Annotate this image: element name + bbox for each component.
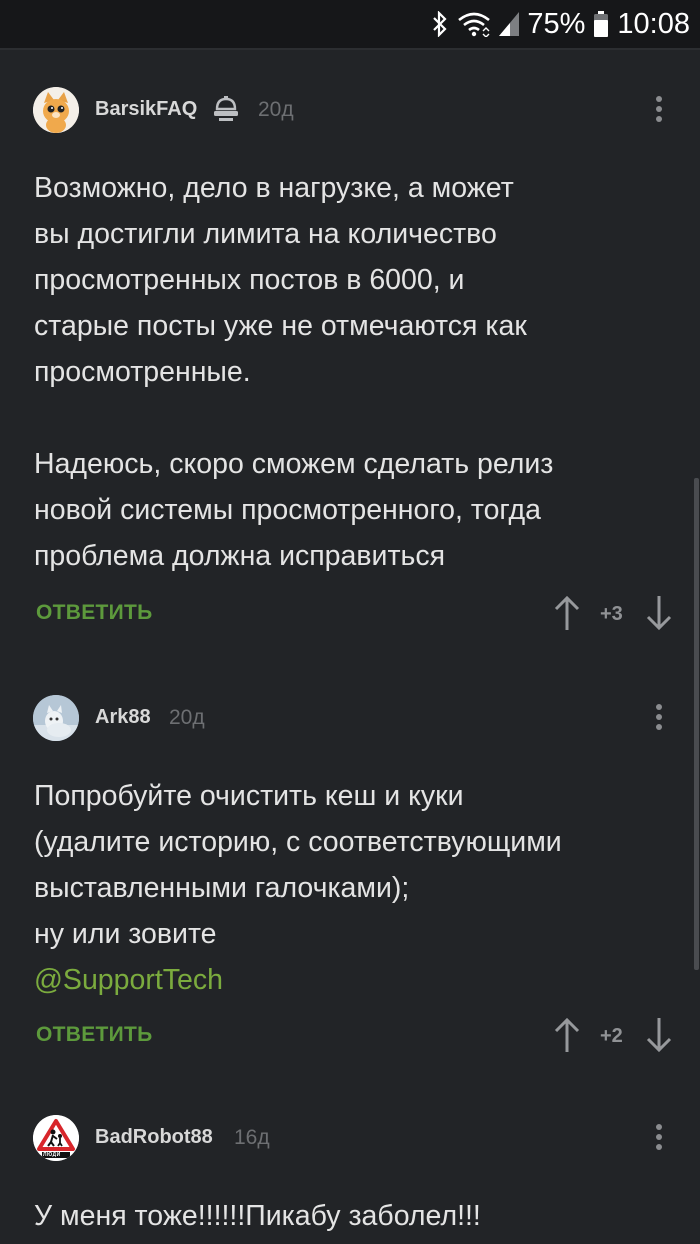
- comment-line: просмотренные.: [34, 356, 251, 388]
- mention-link[interactable]: @SupportTech: [34, 964, 223, 996]
- comment-time: 20д: [258, 98, 294, 121]
- comment-header: ЛЮДИ BadRobot88 16д: [0, 1115, 700, 1163]
- comment-body: Попробуйте очистить кеш и куки (удалите …: [34, 773, 562, 1003]
- comment-line: новой системы просмотренного, тогда: [34, 494, 542, 526]
- comment-score: +3: [600, 603, 623, 625]
- scrollbar[interactable]: [694, 478, 699, 970]
- comment-line: Попробуйте очистить кеш и куки: [34, 780, 464, 812]
- comment-line: старые посты уже не отмечаются как: [34, 310, 527, 342]
- comment-line: проблема должна исправиться: [34, 540, 446, 572]
- comment-time: 16д: [234, 1126, 270, 1149]
- status-bar: 75% 10:08: [0, 0, 700, 48]
- more-options-icon[interactable]: [649, 1121, 669, 1155]
- clock: 10:08: [617, 7, 690, 40]
- comment-actions: ОТВЕТИТЬ +3: [0, 595, 700, 635]
- reply-button[interactable]: ОТВЕТИТЬ: [36, 1023, 153, 1047]
- comment-author[interactable]: BadRobot88: [95, 1126, 213, 1149]
- comment-line: Надеюсь, скоро сможем сделать релиз: [34, 448, 554, 480]
- comment-time: 20д: [169, 706, 205, 729]
- comment-author[interactable]: Ark88: [95, 706, 151, 729]
- divider: [0, 48, 700, 50]
- upvote-icon[interactable]: [553, 595, 581, 631]
- reply-button[interactable]: ОТВЕТИТЬ: [36, 601, 153, 625]
- comment-line: выставленными галочками);: [34, 872, 410, 904]
- bluetooth-icon: [431, 11, 449, 37]
- avatar[interactable]: ЛЮДИ: [33, 1115, 79, 1161]
- battery-level: 75%: [527, 7, 586, 40]
- comment-actions: ОТВЕТИТЬ +2: [0, 1017, 700, 1057]
- comment-line: У меня тоже!!!!!!Пикабу заболел!!!: [34, 1200, 481, 1232]
- avatar[interactable]: [33, 695, 79, 741]
- comment-line: вы достигли лимита на количество: [34, 218, 497, 250]
- battery-icon: [593, 11, 609, 37]
- more-options-icon[interactable]: [649, 701, 669, 735]
- downvote-icon[interactable]: [645, 595, 673, 631]
- more-options-icon[interactable]: [649, 93, 669, 127]
- comment-header: Ark88 20д: [0, 695, 700, 743]
- avatar-sign-text: ЛЮДИ: [43, 1152, 61, 1158]
- comment-body: У меня тоже!!!!!!Пикабу заболел!!!: [34, 1193, 481, 1239]
- wifi-icon: [457, 11, 491, 37]
- comment-line: ну или зовите: [34, 918, 217, 950]
- comment-header: BarsikFAQ 20д: [0, 87, 700, 135]
- downvote-icon[interactable]: [645, 1017, 673, 1053]
- comment-score: +2: [600, 1025, 623, 1047]
- signal-icon: [499, 12, 520, 36]
- comment-line: просмотренных постов в 6000, и: [34, 264, 465, 296]
- upvote-icon[interactable]: [553, 1017, 581, 1053]
- comment-line: @SupportTech: [34, 957, 562, 1003]
- comment-line: (удалите историю, с соответствующими: [34, 826, 562, 858]
- comment-line: [34, 395, 553, 441]
- comment-body: Возможно, дело в нагрузке, а может вы до…: [34, 165, 553, 579]
- comment-author[interactable]: BarsikFAQ: [95, 98, 197, 121]
- moderator-hat-icon: [213, 95, 239, 128]
- comment-line: Возможно, дело в нагрузке, а может: [34, 172, 514, 204]
- avatar[interactable]: [33, 87, 79, 133]
